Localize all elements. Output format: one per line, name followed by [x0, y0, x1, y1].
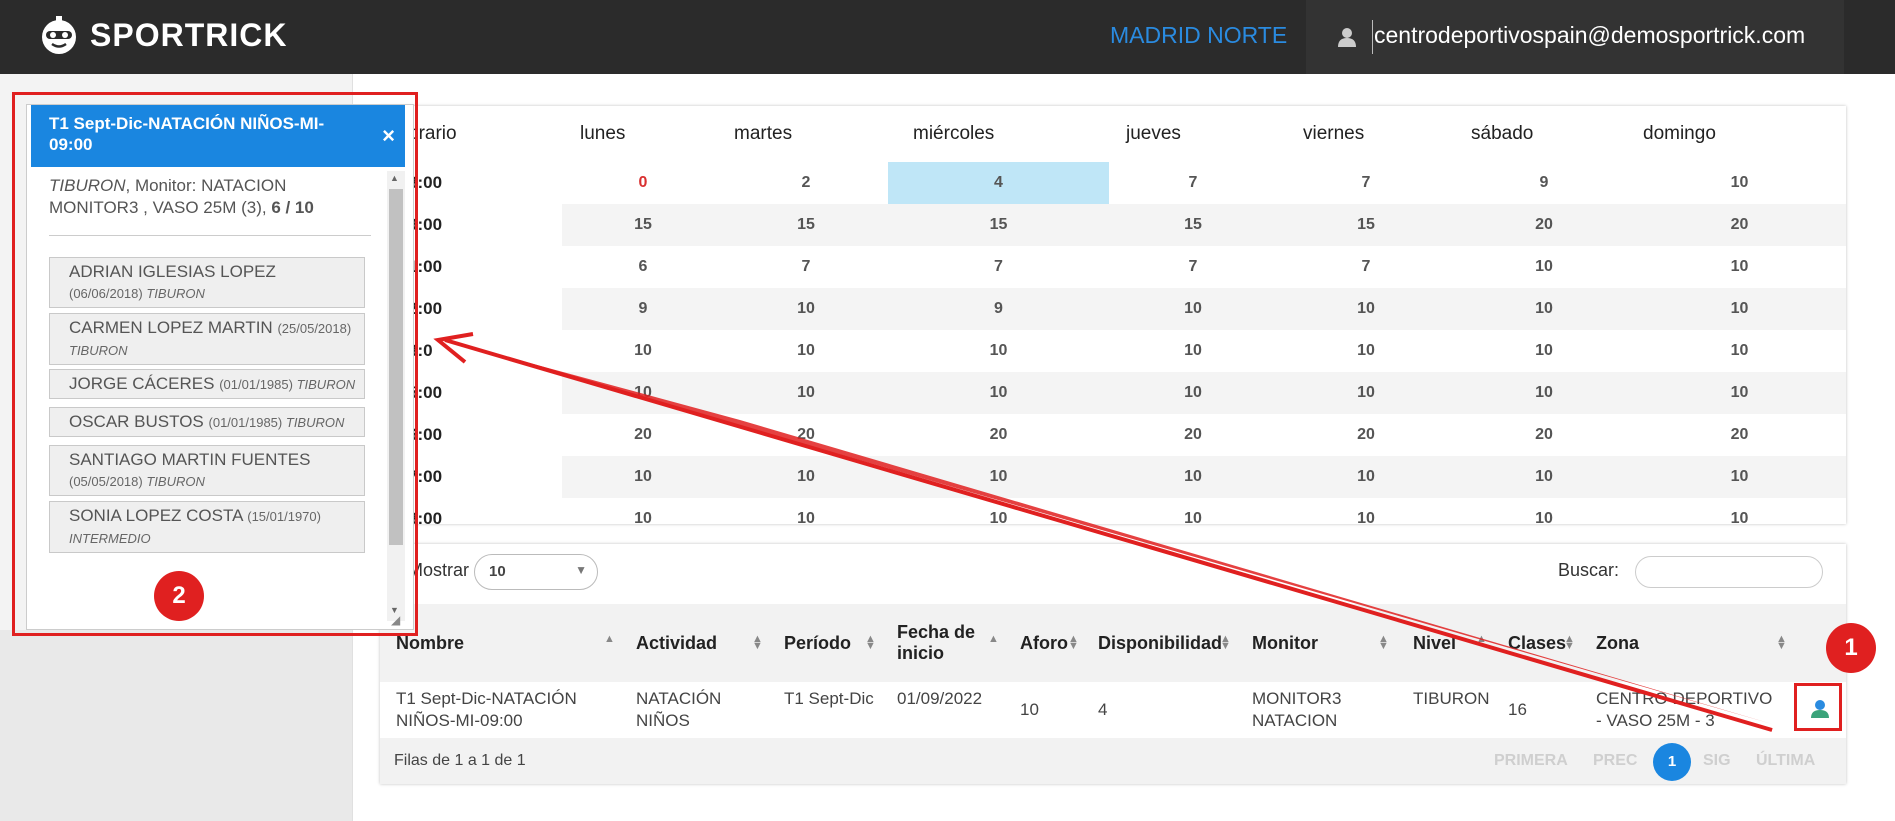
annotation-arrow — [433, 332, 1773, 732]
